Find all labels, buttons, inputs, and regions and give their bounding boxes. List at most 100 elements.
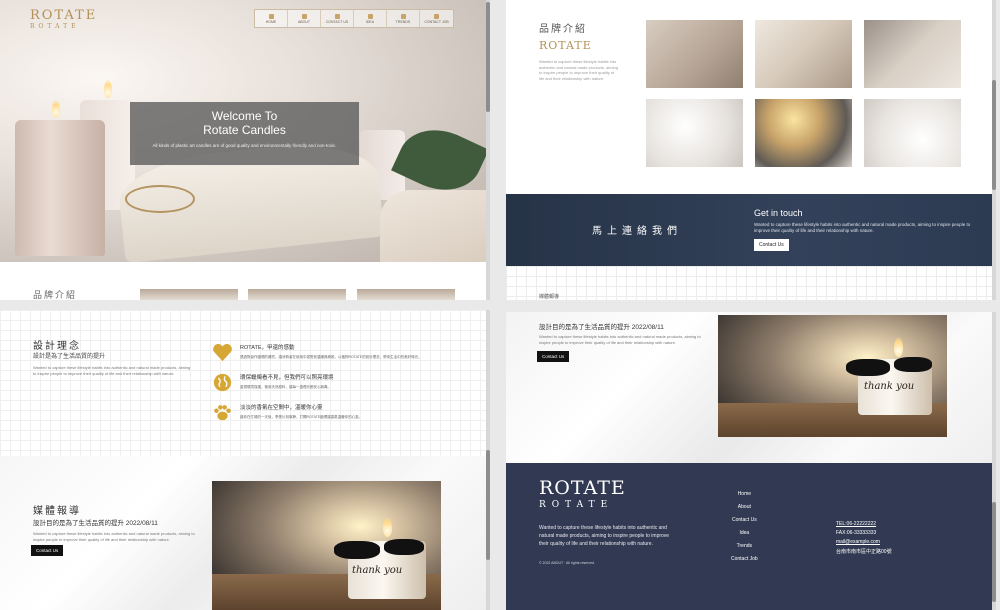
scrollbar[interactable] — [992, 0, 996, 300]
footer-link-trends[interactable]: Trends — [731, 543, 758, 556]
bow-image — [334, 541, 380, 559]
site-logo[interactable]: ROTATE ROTATE — [30, 8, 97, 30]
contact-icon — [334, 13, 340, 19]
contact-desc: Wanted to capture these lifestyle habits… — [754, 222, 971, 233]
gallery-image[interactable] — [646, 20, 743, 88]
footer-link-idea[interactable]: Idea — [731, 530, 758, 543]
gallery-image[interactable] — [646, 99, 743, 167]
feature-title: 環保蠟燭看不見，但我們可以照亮環境 — [240, 375, 334, 381]
media-section: 設計目的是為了生活品質的提升 2022/08/11 Wanted to capt… — [506, 312, 996, 463]
scrollbar[interactable] — [486, 0, 490, 300]
footer-nav: Home About Contact Us Idea Trends Contac… — [731, 491, 758, 569]
home-icon — [268, 13, 274, 19]
logo-text: ROTATE — [539, 477, 626, 499]
footer-desc: Wanted to capture these lifestyle habits… — [539, 525, 670, 547]
media-desc: Wanted to capture these lifestyle habits… — [33, 531, 195, 542]
bow-image — [384, 539, 424, 555]
paw-icon — [214, 405, 231, 421]
job-icon — [434, 13, 439, 19]
footer-link-contact-job[interactable]: Contact Job — [731, 556, 758, 569]
gallery-thumb — [248, 289, 346, 300]
photo-text: thank you — [352, 565, 403, 576]
contact-title-cn: 馬上連絡我們 — [592, 226, 682, 237]
brand-panel: 品牌介紹 ROTATE Wanted to capture these life… — [506, 0, 996, 300]
flame-image — [52, 100, 60, 118]
welcome-desc: All kinds of plastic art candles are of … — [152, 143, 337, 148]
gallery-image[interactable] — [755, 20, 852, 88]
feature-title: 淡淡的香氣在空間中，溫暖你心靈 — [240, 405, 323, 411]
media-desc: Wanted to capture these lifestyle habits… — [539, 334, 701, 345]
candle-image — [15, 120, 105, 256]
idea-icon — [367, 13, 373, 19]
nav-label: HOME — [265, 19, 277, 24]
scrollbar[interactable] — [486, 310, 490, 610]
nav-label: CONTACT US — [325, 19, 349, 24]
footer-link-home[interactable]: Home — [731, 491, 758, 504]
trends-icon — [400, 13, 406, 19]
design-subtitle: 設計是為了生活品質的提升 — [33, 354, 106, 360]
footer-logo[interactable]: ROTATE ROTATE — [539, 477, 626, 510]
glasses-image — [125, 185, 195, 213]
footer-contact-info: TEL:06-22222222 FAX:06-33333333 mail@exa… — [836, 521, 892, 557]
media-subtitle: 設計目的是為了生活品質的提升 2022/08/11 — [539, 324, 664, 331]
footer-mail[interactable]: mail@example.com — [836, 539, 892, 548]
nav-idea[interactable]: IDEA — [354, 10, 387, 27]
feature-title: ROTATE，甲還的感動 — [240, 345, 295, 351]
contact-us-button[interactable]: Contact Us — [754, 239, 789, 251]
contact-title-en: Get in touch — [754, 208, 803, 218]
welcome-title: Welcome To Rotate Candles — [130, 109, 359, 137]
nav-home[interactable]: HOME — [255, 10, 288, 27]
nav-trends[interactable]: TRENDS — [387, 10, 420, 27]
brand-strip-title: 品牌介紹 — [33, 290, 78, 300]
contact-us-button[interactable]: Contact Us — [537, 351, 570, 362]
nav-contact[interactable]: CONTACT US — [321, 10, 354, 27]
contact-banner: 馬上連絡我們 Get in touch Wanted to capture th… — [506, 194, 996, 266]
nav-contact-job[interactable]: CONTACT JOB — [420, 10, 453, 27]
media-section: 媒體報導 設計目的是為了生活品質的提升 2022/08/11 Wanted to… — [0, 456, 490, 610]
photo-text: thank you — [864, 381, 915, 392]
gallery-image[interactable] — [755, 99, 852, 167]
flame-image — [104, 80, 112, 98]
nav-label: ABOUT — [297, 19, 311, 24]
nav-label: CONTACT JOB — [424, 19, 449, 24]
feature-desc: 透過對製作蠟燭的講究，讓消費者在使用中感受到溫暖與療癒，以植物ROTATE的設計… — [240, 355, 422, 359]
media-subtitle: 設計目的是為了生活品質的提升 2022/08/11 — [33, 520, 158, 527]
design-panel: 設計理念 設計是為了生活品質的提升 Wanted to capture thes… — [0, 310, 490, 610]
footer-link-about[interactable]: About — [731, 504, 758, 517]
nav-label: IDEA — [365, 19, 375, 24]
welcome-line1: Welcome To — [211, 109, 278, 123]
media-title: 媒體報導 — [33, 506, 81, 517]
scrollbar[interactable] — [992, 312, 996, 610]
logo-text: ROTATE — [30, 8, 98, 23]
gallery-thumb — [140, 289, 238, 300]
footer-tel[interactable]: TEL:06-22222222 — [836, 521, 892, 530]
brand-strip: 品牌介紹 — [0, 262, 490, 300]
grid-section: 媒體報導 — [506, 266, 996, 300]
brand-desc: Wanted to capture these lifestyle habits… — [539, 59, 618, 81]
welcome-box: Welcome To Rotate Candles All kinds of pl… — [130, 102, 359, 165]
candle-photo: thank you — [718, 315, 947, 437]
globe-icon — [213, 373, 232, 392]
flame-image — [894, 337, 903, 357]
footer-panel: 設計目的是為了生活品質的提升 2022/08/11 Wanted to capt… — [506, 312, 996, 610]
bow-image — [894, 357, 932, 372]
nav-about[interactable]: ABOUT — [288, 10, 321, 27]
hero-panel: ROTATE ROTATE HOME ABOUT CONTACT US IDEA… — [0, 0, 490, 300]
gallery-image[interactable] — [864, 99, 961, 167]
contact-us-button[interactable]: Contact Us — [31, 545, 64, 556]
footer-fax: FAX:06-33333333 — [836, 530, 877, 536]
welcome-line2: Rotate Candles — [203, 123, 286, 137]
copyright: © 2022 ABOUT · All rights reserved — [539, 561, 595, 565]
footer-link-contact[interactable]: Contact Us — [731, 517, 758, 530]
feature-desc: 讓你在忙碌的一天後，享受片刻寧靜，打開ROTATE蠟燭讓香氣溫暖你的心靈。 — [240, 415, 363, 419]
section-label: 媒體報導 — [539, 294, 560, 300]
design-title: 設計理念 — [33, 341, 81, 352]
about-icon — [301, 13, 307, 19]
flame-image — [383, 517, 392, 537]
gallery-image[interactable] — [864, 20, 961, 88]
logo-subtext: ROTATE — [539, 500, 614, 510]
hero-banner: ROTATE ROTATE HOME ABOUT CONTACT US IDEA… — [0, 0, 490, 264]
blanket-image — [380, 190, 490, 262]
top-nav: HOME ABOUT CONTACT US IDEA TRENDS CONTAC… — [254, 9, 454, 28]
brand-logo: ROTATE — [539, 39, 592, 52]
